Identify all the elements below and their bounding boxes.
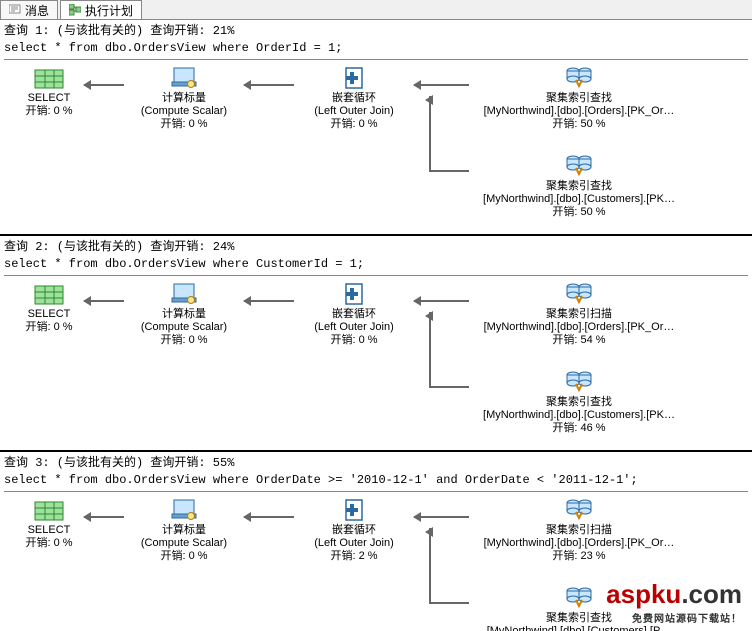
compute-scalar-icon (168, 66, 200, 90)
op-cost: 开销: 0 % (4, 321, 94, 334)
nested-loops-icon (338, 498, 370, 522)
op-sub: [MyNorthwind].[dbo].[Orders].[PK_Or… (464, 537, 694, 550)
op-sub: [MyNorthwind].[dbo].[Orders].[PK_Or… (464, 105, 694, 118)
op-sub: [MyNorthwind].[dbo].[Customers].[P… (464, 625, 694, 631)
arrow (414, 300, 469, 302)
op-compute-scalar[interactable]: 计算标量 (Compute Scalar) 开销: 0 % (114, 498, 254, 563)
op-clustered-index-seek[interactable]: 聚集索引查找 [MyNorthwind].[dbo].[Orders].[PK_… (464, 66, 694, 131)
result-icon (33, 282, 65, 306)
op-select[interactable]: SELECT 开销: 0 % (4, 498, 94, 550)
op-title: 计算标量 (114, 92, 254, 105)
op-title: 计算标量 (114, 308, 254, 321)
query-1-plan: SELECT 开销: 0 % 计算标量 (Compute Scalar) 开销:… (4, 66, 748, 226)
query-3-sql: select * from dbo.OrdersView where Order… (4, 473, 748, 492)
tab-messages-label: 消息 (25, 2, 49, 19)
messages-icon (9, 4, 21, 16)
op-clustered-index-seek[interactable]: 聚集索引查找 [MyNorthwind].[dbo].[Customers].[… (464, 370, 694, 435)
op-title: 聚集索引查找 (464, 612, 694, 625)
index-seek-icon (563, 154, 595, 178)
execution-plan-pane[interactable]: 查询 1: (与该批有关的) 查询开销: 21% select * from d… (0, 20, 752, 631)
op-nested-loops[interactable]: 嵌套循环 (Left Outer Join) 开销: 2 % (284, 498, 424, 563)
op-sub: (Compute Scalar) (114, 105, 254, 118)
index-scan-icon (563, 282, 595, 306)
op-title: 聚集索引扫描 (464, 308, 694, 321)
query-3-section: 查询 3: (与该批有关的) 查询开销: 55% select * from d… (0, 452, 752, 631)
op-sub: (Compute Scalar) (114, 537, 254, 550)
arrow-elbow (429, 528, 469, 604)
nested-loops-icon (338, 282, 370, 306)
op-cost: 开销: 0 % (114, 118, 254, 131)
op-compute-scalar[interactable]: 计算标量 (Compute Scalar) 开销: 0 % (114, 282, 254, 347)
query-2-sql: select * from dbo.OrdersView where Custo… (4, 257, 748, 276)
compute-scalar-icon (168, 282, 200, 306)
arrow-elbow (429, 96, 469, 172)
op-cost: 开销: 2 % (284, 550, 424, 563)
op-title: SELECT (4, 524, 94, 537)
op-sub: (Compute Scalar) (114, 321, 254, 334)
op-cost: 开销: 0 % (4, 537, 94, 550)
tab-messages[interactable]: 消息 (0, 0, 58, 19)
op-title: 嵌套循环 (284, 524, 424, 537)
index-seek-icon (563, 370, 595, 394)
nested-loops-icon (338, 66, 370, 90)
tab-execution-plan-label: 执行计划 (85, 2, 133, 19)
query-1-sql: select * from dbo.OrdersView where Order… (4, 41, 748, 60)
tab-execution-plan[interactable]: 执行计划 (60, 0, 142, 19)
arrow-elbow (429, 312, 469, 388)
op-select[interactable]: SELECT 开销: 0 % (4, 66, 94, 118)
index-seek-icon (563, 586, 595, 610)
op-cost: 开销: 0 % (114, 334, 254, 347)
op-title: 嵌套循环 (284, 92, 424, 105)
index-scan-icon (563, 498, 595, 522)
op-clustered-index-seek[interactable]: 聚集索引查找 [MyNorthwind].[dbo].[Customers].[… (464, 154, 694, 219)
query-2-section: 查询 2: (与该批有关的) 查询开销: 24% select * from d… (0, 236, 752, 452)
query-2-plan: SELECT 开销: 0 % 计算标量 (Compute Scalar) 开销:… (4, 282, 748, 442)
op-cost: 开销: 0 % (4, 105, 94, 118)
op-cost: 开销: 0 % (114, 550, 254, 563)
op-cost: 开销: 50 % (464, 118, 694, 131)
result-icon (33, 498, 65, 522)
op-title: 聚集索引查找 (464, 92, 694, 105)
op-nested-loops[interactable]: 嵌套循环 (Left Outer Join) 开销: 0 % (284, 282, 424, 347)
op-title: 聚集索引查找 (464, 396, 694, 409)
op-sub: [MyNorthwind].[dbo].[Customers].[PK… (464, 193, 694, 206)
op-sub: (Left Outer Join) (284, 321, 424, 334)
op-title: 计算标量 (114, 524, 254, 537)
op-clustered-index-scan[interactable]: 聚集索引扫描 [MyNorthwind].[dbo].[Orders].[PK_… (464, 498, 694, 563)
execution-plan-icon (69, 4, 81, 16)
arrow (414, 84, 469, 86)
query-1-section: 查询 1: (与该批有关的) 查询开销: 21% select * from d… (0, 20, 752, 236)
op-cost: 开销: 0 % (284, 118, 424, 131)
op-cost: 开销: 46 % (464, 422, 694, 435)
query-2-header: 查询 2: (与该批有关的) 查询开销: 24% (4, 238, 748, 257)
query-3-header: 查询 3: (与该批有关的) 查询开销: 55% (4, 454, 748, 473)
arrow (414, 516, 469, 518)
tab-bar: 消息 执行计划 (0, 0, 752, 20)
op-clustered-index-scan[interactable]: 聚集索引扫描 [MyNorthwind].[dbo].[Orders].[PK_… (464, 282, 694, 347)
op-nested-loops[interactable]: 嵌套循环 (Left Outer Join) 开销: 0 % (284, 66, 424, 131)
op-select[interactable]: SELECT 开销: 0 % (4, 282, 94, 334)
op-title: SELECT (4, 308, 94, 321)
op-cost: 开销: 0 % (284, 334, 424, 347)
op-sub: [MyNorthwind].[dbo].[Orders].[PK_Or… (464, 321, 694, 334)
op-sub: [MyNorthwind].[dbo].[Customers].[PK… (464, 409, 694, 422)
op-sub: (Left Outer Join) (284, 105, 424, 118)
op-clustered-index-seek[interactable]: 聚集索引查找 [MyNorthwind].[dbo].[Customers].[… (464, 586, 694, 631)
op-title: 嵌套循环 (284, 308, 424, 321)
op-cost: 开销: 54 % (464, 334, 694, 347)
op-sub: (Left Outer Join) (284, 537, 424, 550)
op-title: SELECT (4, 92, 94, 105)
op-compute-scalar[interactable]: 计算标量 (Compute Scalar) 开销: 0 % (114, 66, 254, 131)
op-title: 聚集索引查找 (464, 180, 694, 193)
result-icon (33, 66, 65, 90)
op-title: 聚集索引扫描 (464, 524, 694, 537)
query-3-plan: SELECT 开销: 0 % 计算标量 (Compute Scalar) 开销:… (4, 498, 748, 631)
query-1-header: 查询 1: (与该批有关的) 查询开销: 21% (4, 22, 748, 41)
compute-scalar-icon (168, 498, 200, 522)
op-cost: 开销: 50 % (464, 206, 694, 219)
index-seek-icon (563, 66, 595, 90)
op-cost: 开销: 23 % (464, 550, 694, 563)
